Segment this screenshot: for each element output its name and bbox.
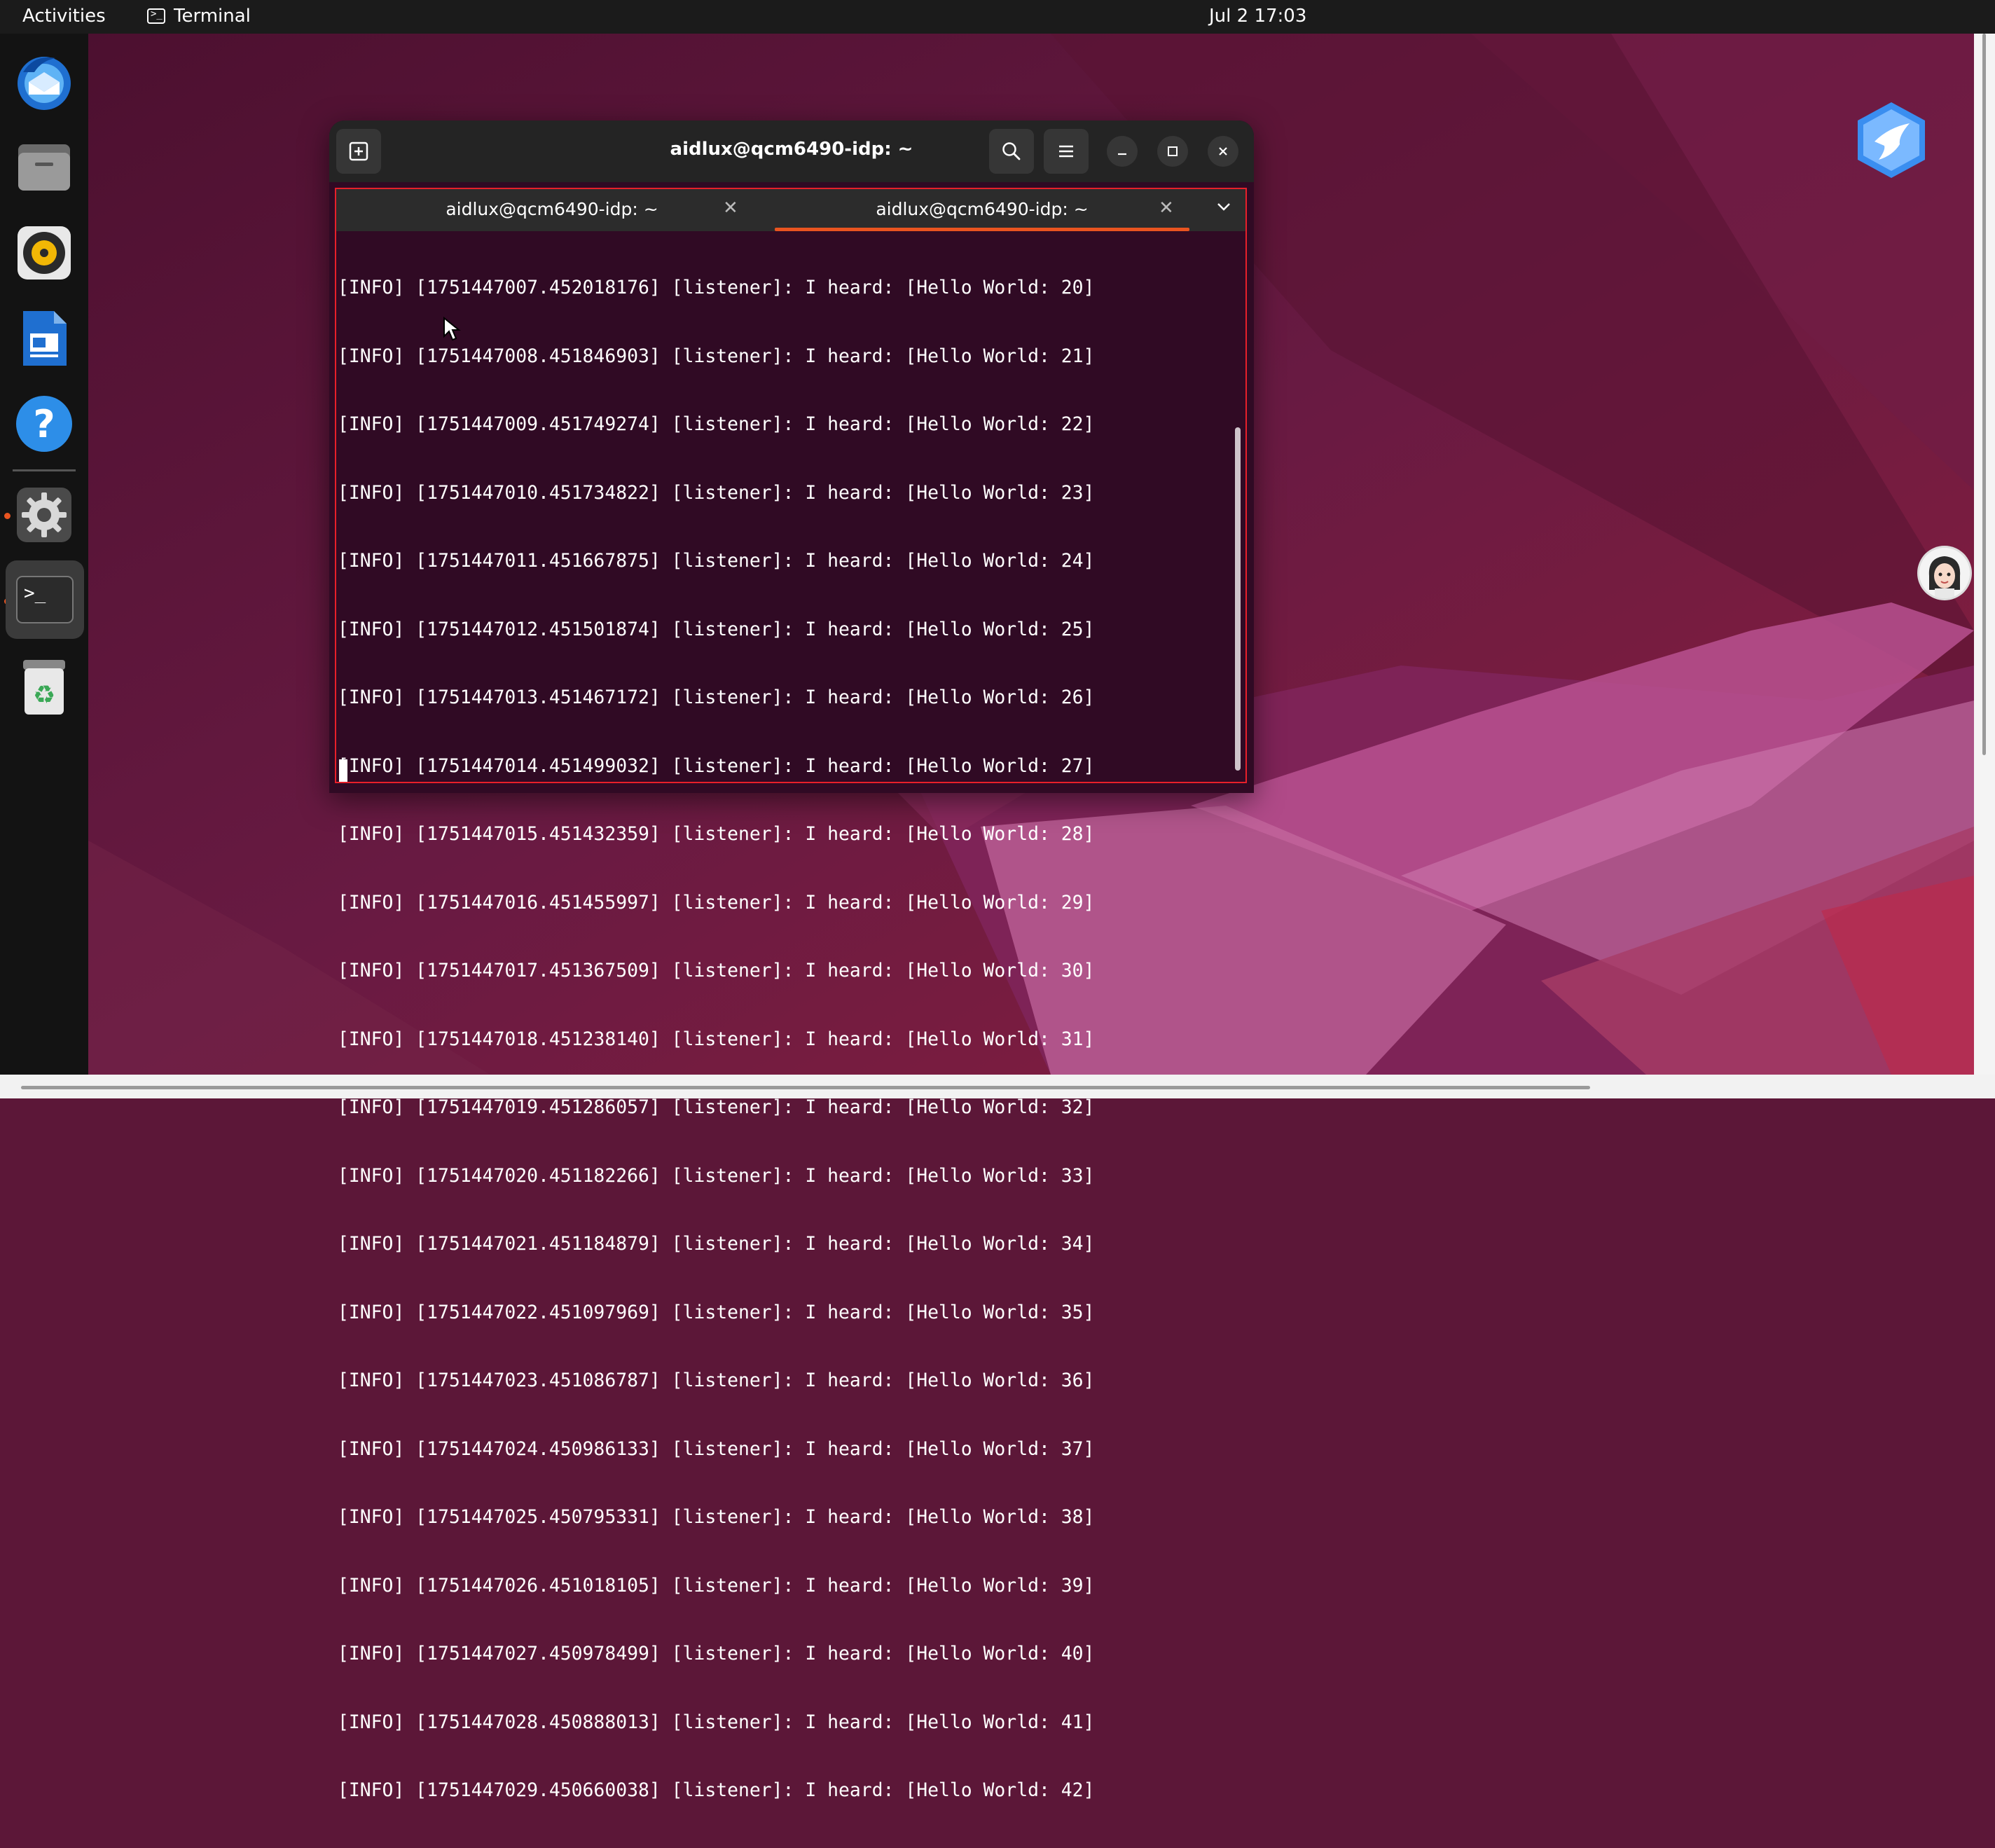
dock-separator bbox=[13, 469, 76, 471]
avatar-icon bbox=[1919, 548, 1970, 598]
svg-text:?: ? bbox=[33, 402, 55, 446]
app-menu[interactable]: >_ Terminal bbox=[147, 6, 251, 27]
terminal-output[interactable]: [INFO] [1751447007.452018176] [listener]… bbox=[335, 231, 1247, 1801]
terminal-line: [INFO] [1751447028.450888013] [listener]… bbox=[338, 1711, 1095, 1733]
search-button[interactable] bbox=[989, 129, 1034, 174]
dock-item-writer[interactable] bbox=[13, 307, 76, 370]
terminal-line: [INFO] [1751447029.450660038] [listener]… bbox=[338, 1779, 1095, 1801]
assistant-avatar[interactable] bbox=[1919, 548, 1970, 598]
tab-overview-button[interactable] bbox=[1215, 198, 1233, 219]
terminal-window[interactable]: aidlux@qcm6490-idp: ~ aidlux@qcm6490-idp… bbox=[329, 120, 1254, 1801]
terminal-line: [INFO] [1751447016.451455997] [listener]… bbox=[338, 891, 1095, 913]
terminal-line: [INFO] [1751447022.451097969] [listener]… bbox=[338, 1301, 1095, 1323]
terminal-line: [INFO] [1751447008.451846903] [listener]… bbox=[338, 345, 1095, 367]
scrollbar-thumb[interactable] bbox=[1235, 427, 1241, 771]
terminal-icon: >_ bbox=[16, 576, 74, 623]
terminal-line: [INFO] [1751447012.451501874] [listener]… bbox=[338, 618, 1095, 640]
tab-label: aidlux@qcm6490-idp: ~ bbox=[876, 199, 1089, 219]
terminal-line: [INFO] [1751447027.450978499] [listener]… bbox=[338, 1643, 1095, 1664]
search-icon bbox=[1002, 142, 1021, 160]
mouse-pointer-icon bbox=[443, 317, 461, 341]
svg-text:>_: >_ bbox=[24, 583, 46, 604]
close-icon bbox=[1219, 147, 1227, 156]
terminal-line: [INFO] [1751447017.451367509] [listener]… bbox=[338, 960, 1095, 981]
terminal-line: [INFO] [1751447024.450986133] [listener]… bbox=[338, 1437, 1095, 1460]
text-cursor bbox=[339, 759, 347, 782]
terminal-line: [INFO] [1751447015.451432359] [listener]… bbox=[338, 823, 1095, 845]
rhythmbox-icon bbox=[18, 226, 71, 280]
trash-icon: ♻ bbox=[23, 660, 65, 715]
dock-item-rhythmbox[interactable] bbox=[13, 221, 76, 284]
bird-icon bbox=[1858, 102, 1925, 178]
menu-button[interactable] bbox=[1044, 129, 1089, 174]
help-icon: ? bbox=[16, 396, 72, 452]
terminal-line: [INFO] [1751447007.452018176] [listener]… bbox=[338, 277, 1095, 298]
terminal-scrollbar[interactable] bbox=[1233, 231, 1243, 783]
dock-item-settings[interactable] bbox=[13, 483, 76, 546]
terminal-line: [INFO] [1751447009.451749274] [listener]… bbox=[338, 413, 1095, 435]
terminal-line: [INFO] [1751447014.451499032] [listener]… bbox=[338, 754, 1095, 777]
settings-icon bbox=[17, 488, 71, 542]
terminal-lines: [INFO] [1751447007.452018176] [listener]… bbox=[338, 231, 1094, 1848]
files-icon bbox=[18, 144, 70, 191]
writer-icon bbox=[23, 311, 67, 366]
terminal-line: [INFO] [1751447023.451086787] [listener]… bbox=[338, 1370, 1095, 1391]
tab-label: aidlux@qcm6490-idp: ~ bbox=[446, 199, 658, 219]
title-bar[interactable]: aidlux@qcm6490-idp: ~ bbox=[329, 120, 1254, 182]
close-button[interactable] bbox=[1208, 136, 1238, 167]
terminal-line: [INFO] [1751447013.451467172] [listener]… bbox=[338, 687, 1095, 708]
desktop-horizontal-scrollbar[interactable] bbox=[0, 1075, 1995, 1098]
terminal-icon: >_ bbox=[147, 8, 165, 24]
aidlux-launcher-icon[interactable] bbox=[1854, 99, 1929, 184]
terminal-line: [INFO] [1751447019.451286057] [listener]… bbox=[338, 1096, 1095, 1118]
dock-item-terminal[interactable]: >_ bbox=[6, 560, 84, 639]
minimize-icon bbox=[1118, 153, 1126, 156]
tab-1[interactable]: aidlux@qcm6490-idp: ~ ✕ bbox=[336, 189, 768, 231]
terminal-line: [INFO] [1751447026.451018105] [listener]… bbox=[338, 1574, 1095, 1597]
maximize-button[interactable] bbox=[1157, 136, 1188, 167]
minimize-button[interactable] bbox=[1107, 136, 1138, 167]
activities-button[interactable]: Activities bbox=[22, 6, 106, 27]
close-tab-icon[interactable]: ✕ bbox=[1159, 198, 1174, 219]
terminal-line: [INFO] [1751447011.451667875] [listener]… bbox=[338, 550, 1095, 572]
close-tab-icon[interactable]: ✕ bbox=[723, 198, 738, 219]
top-bar: Activities >_ Terminal Jul 2 17:03 bbox=[0, 0, 1995, 34]
dock-item-files[interactable] bbox=[13, 136, 76, 199]
tab-bar: aidlux@qcm6490-idp: ~ ✕ aidlux@qcm6490-i… bbox=[335, 188, 1247, 231]
dock-item-trash[interactable]: ♻ bbox=[13, 656, 76, 719]
dock-item-thunderbird[interactable] bbox=[13, 50, 76, 113]
dock-item-help[interactable]: ? bbox=[13, 392, 76, 455]
terminal-line: [INFO] [1751447025.450795331] [listener]… bbox=[338, 1506, 1095, 1528]
terminal-line: [INFO] [1751447020.451182266] [listener]… bbox=[338, 1164, 1095, 1187]
tab-2[interactable]: aidlux@qcm6490-idp: ~ ✕ bbox=[772, 189, 1192, 231]
hamburger-menu-icon bbox=[1059, 145, 1073, 158]
svg-text:♻: ♻ bbox=[33, 681, 55, 710]
clock[interactable]: Jul 2 17:03 bbox=[1209, 6, 1306, 27]
terminal-line: [INFO] [1751447010.451734822] [listener]… bbox=[338, 481, 1095, 504]
desktop-vertical-scrollbar[interactable] bbox=[1974, 34, 1995, 1075]
terminal-line: [INFO] [1751447021.451184879] [listener]… bbox=[338, 1233, 1095, 1255]
terminal-line: [INFO] [1751447018.451238140] [listener]… bbox=[338, 1028, 1095, 1050]
running-indicator bbox=[4, 513, 11, 519]
app-menu-label: Terminal bbox=[174, 6, 251, 27]
thunderbird-icon bbox=[18, 57, 71, 110]
chevron-down-icon bbox=[1217, 203, 1230, 211]
maximize-icon bbox=[1168, 146, 1178, 156]
dock: ? >_ ♻ bbox=[0, 34, 88, 1075]
